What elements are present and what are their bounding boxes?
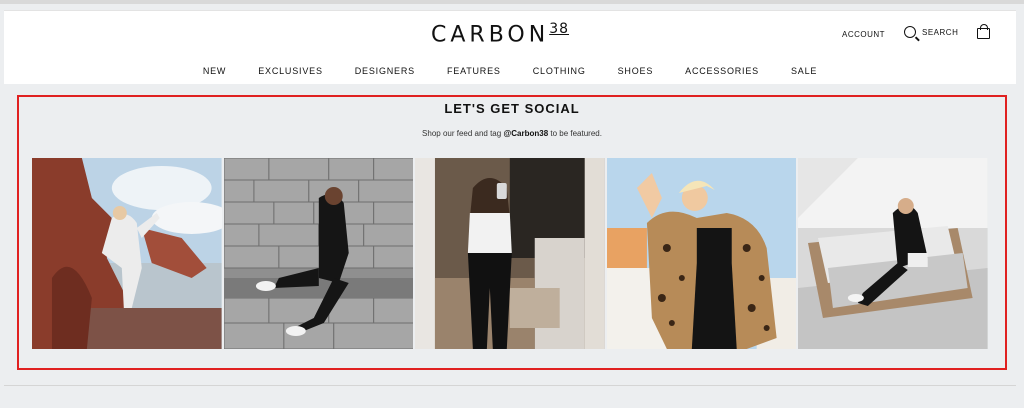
logo-text: CARBON bbox=[431, 22, 550, 48]
gallery-photo-mirror-selfie[interactable] bbox=[415, 158, 605, 349]
nav-item-designers[interactable]: DESIGNERS bbox=[339, 66, 431, 76]
search-label: SEARCH bbox=[922, 27, 959, 37]
site-header: CARBON38 ACCOUNT SEARCH bbox=[4, 10, 1016, 58]
nav-item-sale[interactable]: SALE bbox=[775, 66, 833, 76]
logo-number: 38 bbox=[549, 21, 570, 37]
nav-item-shoes[interactable]: SHOES bbox=[602, 66, 670, 76]
social-subtitle: Shop our feed and tag @Carbon38 to be fe… bbox=[19, 129, 1005, 138]
instagram-handle[interactable]: @Carbon38 bbox=[503, 129, 548, 138]
gallery-photo-rocks-yoga[interactable] bbox=[32, 158, 222, 349]
instagram-gallery bbox=[32, 158, 988, 349]
social-section: LET'S GET SOCIAL Shop our feed and tag @… bbox=[17, 95, 1007, 370]
nav-item-exclusives[interactable]: EXCLUSIVES bbox=[242, 66, 339, 76]
shopping-bag-icon[interactable] bbox=[977, 24, 990, 39]
search-icon bbox=[904, 26, 916, 38]
social-title: LET'S GET SOCIAL bbox=[444, 101, 580, 116]
site-logo[interactable]: CARBON38 bbox=[431, 21, 569, 47]
account-link[interactable]: ACCOUNT bbox=[842, 30, 885, 39]
gallery-photo-patio-lounge[interactable] bbox=[798, 158, 988, 349]
nav-item-features[interactable]: FEATURES bbox=[431, 66, 517, 76]
subtitle-text-post: to be featured. bbox=[548, 129, 602, 138]
nav-item-clothing[interactable]: CLOTHING bbox=[517, 66, 602, 76]
nav-item-new[interactable]: NEW bbox=[187, 66, 242, 76]
top-strip bbox=[0, 0, 1024, 4]
subtitle-text-pre: Shop our feed and tag bbox=[422, 129, 504, 138]
nav-item-accessories[interactable]: ACCESSORIES bbox=[669, 66, 775, 76]
gallery-photo-stone-wall[interactable] bbox=[223, 158, 414, 349]
gallery-photo-leopard-coat[interactable] bbox=[606, 158, 797, 349]
section-divider bbox=[4, 385, 1016, 386]
main-nav: NEW EXCLUSIVES DESIGNERS FEATURES CLOTHI… bbox=[4, 58, 1016, 84]
search-button[interactable]: SEARCH bbox=[904, 26, 958, 38]
